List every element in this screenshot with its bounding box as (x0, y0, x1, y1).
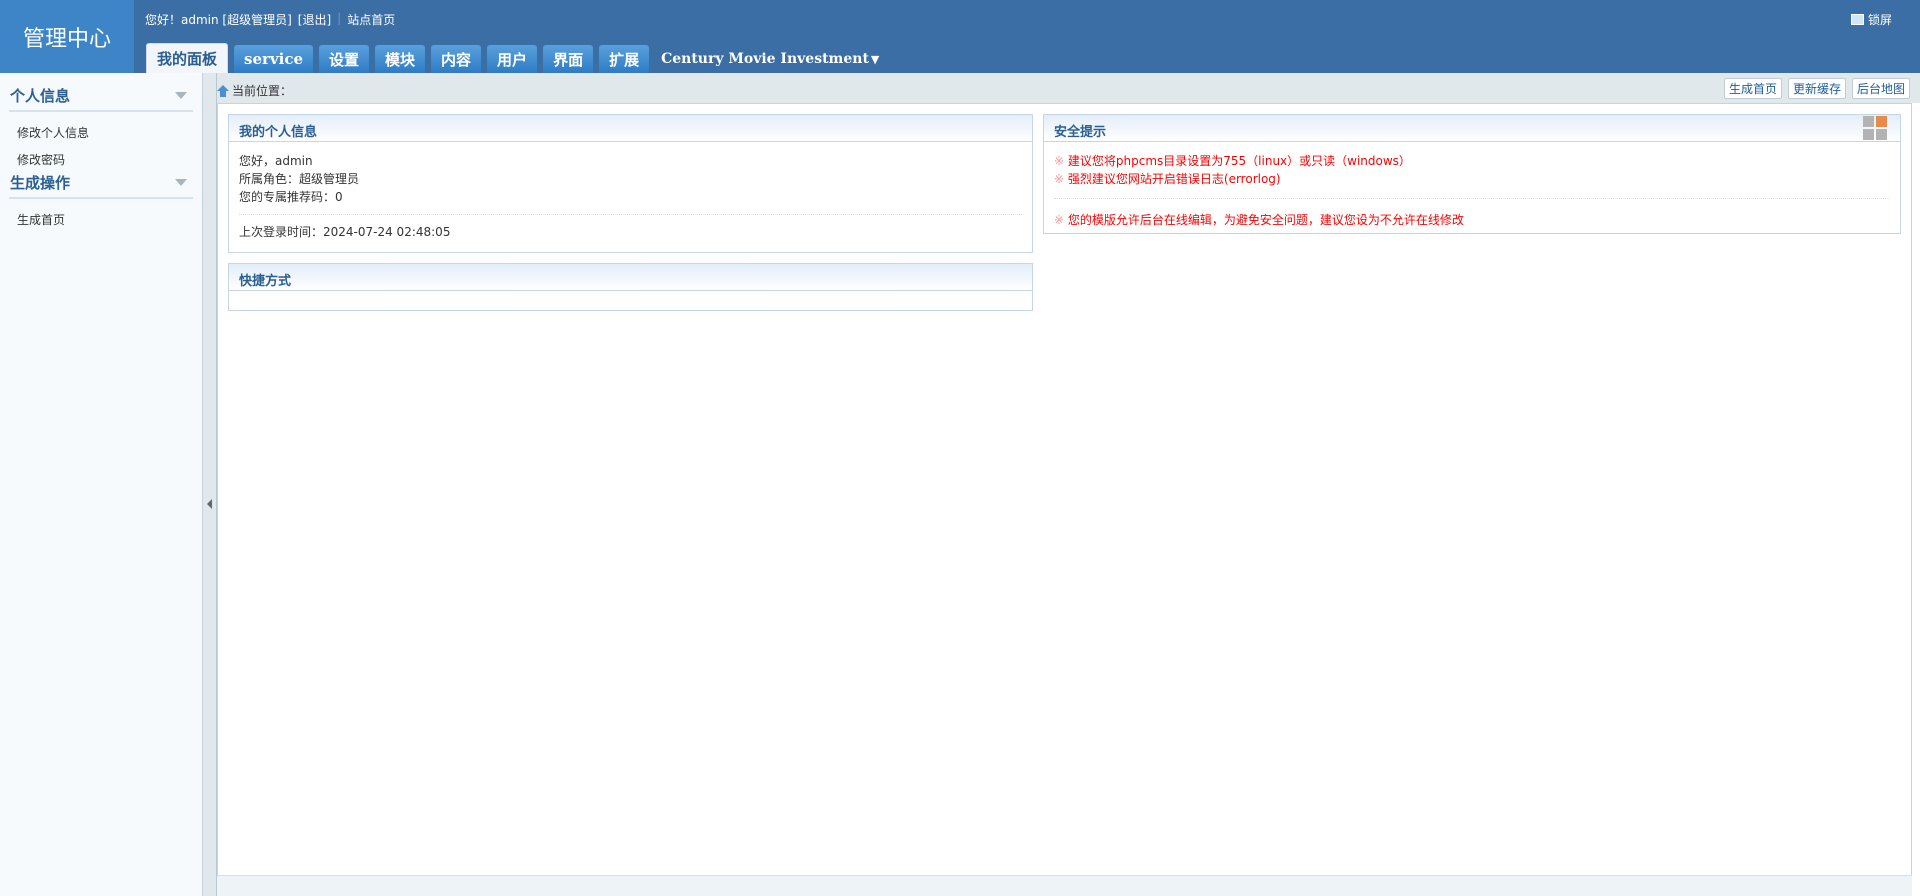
tab-interface[interactable]: 界面 (543, 45, 594, 73)
tab-settings[interactable]: 设置 (319, 45, 370, 73)
generate-home-button[interactable]: 生成首页 (1723, 78, 1782, 99)
header: 管理中心 您好！admin [超级管理员] [退出] | 站点首页 锁屏 我的面… (0, 0, 1920, 73)
collapse-arrow-icon (175, 179, 187, 186)
shortcuts-panel: 快捷方式 (228, 263, 1033, 311)
panel-title: 安全提示 (1044, 115, 1900, 142)
lock-screen-button[interactable]: 锁屏 (1850, 11, 1892, 28)
breadcrumb-label: 当前位置： (232, 84, 293, 98)
main-tabs: 我的面板 service 设置 模块 内容 用户 界面 扩展 Century M… (146, 43, 885, 73)
tab-extensions[interactable]: 扩展 (599, 45, 650, 73)
sidebar: 个人信息 修改个人信息 修改密码 生成操作 生成首页 (0, 73, 203, 896)
caret-down-icon: ▼ (870, 52, 880, 66)
sidebar-item-generate-home[interactable]: 生成首页 (0, 207, 202, 232)
tab-users[interactable]: 用户 (487, 45, 538, 73)
sidebar-group-personal[interactable]: 个人信息 (9, 85, 193, 112)
tab-my-panel[interactable]: 我的面板 (146, 43, 229, 73)
tab-modules[interactable]: 模块 (375, 45, 426, 73)
panel-title: 快捷方式 (229, 264, 1032, 291)
site-home-link[interactable]: 站点首页 (347, 11, 395, 28)
security-tip: ※ 您的模版允许后台在线编辑，为避免安全问题，建议您设为不允许在线修改 (1054, 213, 1464, 227)
greeting: 您好！admin [超级管理员] (145, 13, 292, 27)
breadcrumb-bar: 当前位置： 生成首页 更新缓存 后台地图 (217, 73, 1920, 103)
monitor-icon (1850, 14, 1864, 25)
main-content: 我的个人信息 您好，admin 所属角色：超级管理员 您的专属推荐码：0 上次登… (217, 103, 1912, 896)
security-panel: 安全提示 ※ 建议您将phpcms目录设置为755（linux）或只读（wind… (1043, 114, 1901, 234)
referral-code: 您的专属推荐码：0 (239, 190, 343, 204)
breadcrumb: 当前位置： (217, 82, 292, 99)
collapse-arrow-icon (175, 92, 187, 99)
last-login: 上次登录时间：2024-07-24 02:48:05 (239, 225, 451, 239)
logout-link[interactable]: [退出] (298, 11, 331, 28)
group-title: 生成操作 (10, 174, 71, 192)
site-name: Century Movie Investment (661, 51, 869, 67)
home-icon[interactable] (217, 84, 229, 97)
role-text: 所属角色：超级管理员 (239, 172, 360, 186)
footer-bar (217, 875, 1912, 896)
hello-text: 您好，admin (239, 154, 313, 168)
panel-layout-toggle-icon[interactable] (1862, 115, 1888, 141)
security-tip: ※ 建议您将phpcms目录设置为755（linux）或只读（windows） (1054, 154, 1411, 168)
personal-info-panel: 我的个人信息 您好，admin 所属角色：超级管理员 您的专属推荐码：0 上次登… (228, 114, 1033, 253)
logo: 管理中心 (0, 0, 134, 73)
sidebar-group-generate[interactable]: 生成操作 (9, 172, 193, 199)
group-title: 个人信息 (10, 87, 71, 105)
collapse-left-icon[interactable] (207, 499, 212, 509)
site-select-dropdown[interactable]: Century Movie Investment ▼ (655, 45, 885, 73)
user-bar: 您好！admin [超级管理员] [退出] | 站点首页 (145, 11, 395, 28)
sidebar-item-change-password[interactable]: 修改密码 (0, 147, 202, 172)
site-map-button[interactable]: 后台地图 (1851, 78, 1910, 99)
divider (239, 214, 1022, 215)
sidebar-toggle-bar[interactable] (203, 73, 217, 896)
lock-label: 锁屏 (1867, 13, 1892, 27)
update-cache-button[interactable]: 更新缓存 (1787, 78, 1846, 99)
sidebar-item-edit-profile[interactable]: 修改个人信息 (0, 120, 202, 145)
divider (1054, 198, 1890, 199)
tab-service[interactable]: service (234, 45, 313, 73)
quick-actions: 生成首页 更新缓存 后台地图 (1723, 78, 1910, 99)
tab-content[interactable]: 内容 (431, 45, 482, 73)
panel-title: 我的个人信息 (229, 115, 1032, 142)
divider: | (337, 11, 342, 25)
security-tip: ※ 强烈建议您网站开启错误日志(errorlog) (1054, 172, 1281, 186)
